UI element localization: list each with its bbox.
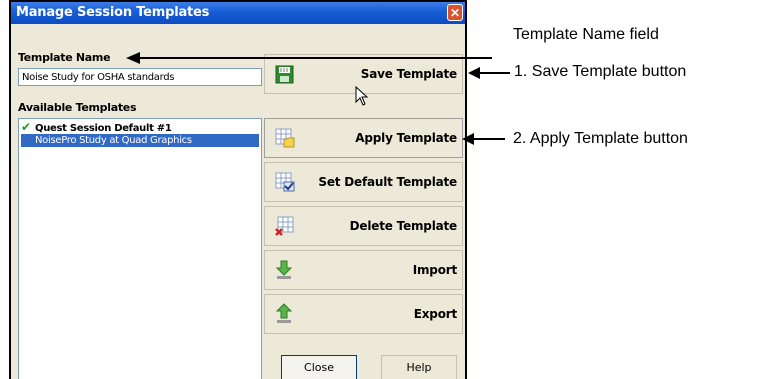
annotation-apply-template: 2. Apply Template button	[513, 130, 688, 147]
annotation-arrows	[126, 52, 510, 145]
annotation-template-name: Template Name field	[513, 26, 659, 43]
annotation-save-template: 1. Save Template button	[514, 63, 687, 80]
